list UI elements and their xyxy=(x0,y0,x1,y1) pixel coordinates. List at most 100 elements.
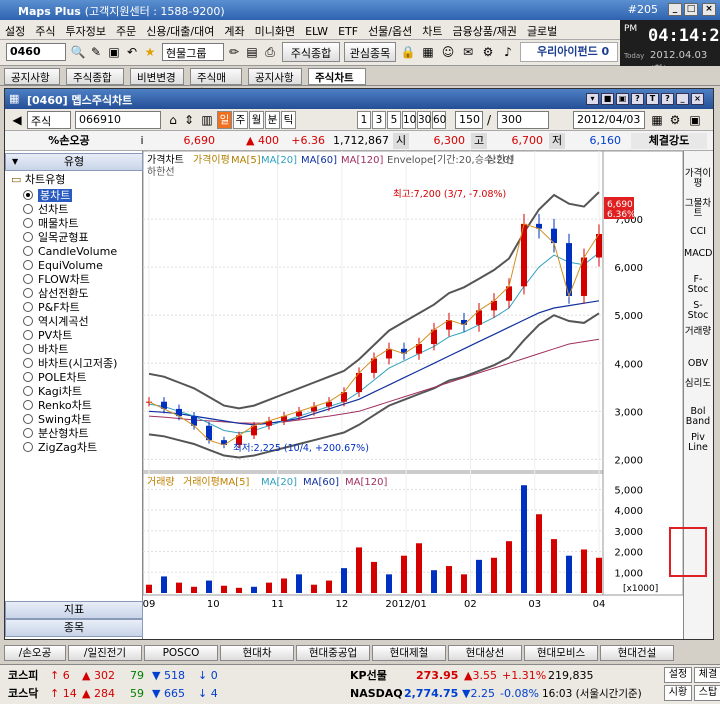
chart-type-item[interactable]: 역시계곡선 xyxy=(23,315,89,329)
indicator-item-9[interactable]: Bol Band xyxy=(684,407,712,427)
print-icon[interactable]: ⎙ xyxy=(262,44,278,60)
stock-code-input[interactable]: 066910 xyxy=(75,111,161,129)
minimize-button[interactable]: _ xyxy=(668,3,682,16)
chart-type-item[interactable]: POLE차트 xyxy=(23,371,87,385)
settings-icon[interactable]: ⚙ xyxy=(667,112,683,128)
chart-type-item[interactable]: 일목균형표 xyxy=(23,231,89,245)
refresh-icon[interactable]: ▣ xyxy=(687,112,703,128)
chart-type-item[interactable]: 선차트 xyxy=(23,203,68,217)
period-button-4[interactable]: 틱 xyxy=(281,111,296,129)
screen-code-input[interactable]: 0460 xyxy=(6,43,66,61)
indicator-item-8[interactable]: 심리도 xyxy=(684,379,712,389)
screen-tab-1[interactable]: 주식종합 xyxy=(66,68,124,85)
quick-tab-2[interactable]: POSCO xyxy=(144,645,218,661)
interval-button-4[interactable]: 30 xyxy=(417,111,431,129)
radio-icon[interactable] xyxy=(23,232,33,242)
save-chart-icon[interactable]: ■ xyxy=(601,93,614,105)
chart-area[interactable]: 2,000 3,000 4,000 5,000 6,000 7,000 1,000 2,000… xyxy=(142,150,684,639)
chart-type-item[interactable]: 매물차트 xyxy=(23,217,78,231)
quick-tab-5[interactable]: 현대제철 xyxy=(372,645,446,661)
lock-icon[interactable]: 🔒 xyxy=(400,44,416,60)
ticker-button-3[interactable]: 스탑 xyxy=(694,685,720,701)
close-button[interactable]: × xyxy=(702,3,716,16)
radio-icon[interactable] xyxy=(23,190,33,200)
menu-item-1[interactable]: 주식 xyxy=(30,20,60,42)
star-icon[interactable]: ★ xyxy=(142,44,158,60)
bell-icon[interactable]: ♪ xyxy=(500,44,516,60)
chart-type-item[interactable]: 봉차트 xyxy=(23,189,73,203)
quick-tab-6[interactable]: 현대상선 xyxy=(448,645,522,661)
chart-type-item[interactable]: Renko차트 xyxy=(23,399,92,413)
help2-icon[interactable]: ? xyxy=(661,93,674,105)
copy-icon[interactable]: ▣ xyxy=(616,93,629,105)
menu-item-7[interactable]: ELW xyxy=(300,22,333,41)
radio-icon[interactable] xyxy=(23,414,33,424)
chart-type-item[interactable]: 바차트 xyxy=(23,343,68,357)
watchlist-button[interactable]: 관심종목 xyxy=(344,42,396,62)
maximize-button[interactable]: □ xyxy=(684,3,698,16)
info-flag[interactable]: i xyxy=(137,133,147,149)
menu-item-5[interactable]: 계좌 xyxy=(219,20,249,42)
radio-icon[interactable] xyxy=(23,358,33,368)
chart-type-item[interactable]: 바차트(시고저종) xyxy=(23,357,117,371)
menu-item-2[interactable]: 투자정보 xyxy=(61,20,111,42)
radio-icon[interactable] xyxy=(23,246,33,256)
screen-tab-5[interactable]: 주식차트 xyxy=(308,68,366,85)
radio-icon[interactable] xyxy=(23,344,33,354)
indicator-item-2[interactable]: CCI xyxy=(684,227,712,237)
ticker-button-1[interactable]: 체결 xyxy=(694,667,720,683)
chart-type-item[interactable]: PV차트 xyxy=(23,329,72,343)
indicator-item-3[interactable]: MACD xyxy=(684,249,712,259)
menu-item-3[interactable]: 주문 xyxy=(111,20,141,42)
calendar-icon[interactable]: ▦ xyxy=(649,112,665,128)
chart-type-item[interactable]: ZigZag차트 xyxy=(23,441,97,455)
window-minimize-button[interactable]: _ xyxy=(676,93,689,105)
quick-tab-0[interactable]: /손오공 xyxy=(4,645,66,661)
menu-item-4[interactable]: 신용/대출/대여 xyxy=(141,20,219,42)
chart-type-item[interactable]: P&F차트 xyxy=(23,301,80,315)
radio-icon[interactable] xyxy=(23,274,33,284)
radio-icon[interactable] xyxy=(23,400,33,410)
menu-item-8[interactable]: ETF xyxy=(333,22,363,41)
user-icon[interactable]: ☺ xyxy=(440,44,456,60)
symbol-header[interactable]: 종목 xyxy=(5,619,143,637)
count-input-b[interactable]: 300 xyxy=(497,111,549,129)
radio-icon[interactable] xyxy=(23,316,33,326)
arrow-left-icon[interactable]: ◀ xyxy=(9,112,25,128)
quick-tab-1[interactable]: /일진전기 xyxy=(68,645,142,661)
screen-tab-0[interactable]: 공지사항 xyxy=(4,68,60,85)
chart-type-item[interactable]: 분산형차트 xyxy=(23,427,89,441)
interval-button-1[interactable]: 3 xyxy=(372,111,386,129)
count-input-a[interactable]: 150 xyxy=(455,111,483,129)
strength-label[interactable]: 체결강도 xyxy=(631,133,707,149)
type-header[interactable]: ▼ 유형 xyxy=(5,153,143,171)
interval-button-0[interactable]: 1 xyxy=(357,111,371,129)
menu-item-12[interactable]: 글로벌 xyxy=(522,20,562,42)
window-close-button[interactable]: × xyxy=(691,93,704,105)
radio-icon[interactable] xyxy=(23,204,33,214)
pin-icon[interactable]: ▾ xyxy=(586,93,599,105)
indicator-item-1[interactable]: 그물차트 xyxy=(684,199,712,219)
market-select[interactable]: 주식 xyxy=(27,111,71,129)
chart-type-item[interactable]: Kagi차트 xyxy=(23,385,82,399)
search-code-icon[interactable]: ⌂ xyxy=(165,112,181,128)
indicator-item-5[interactable]: S-Stoc xyxy=(684,301,712,321)
undo-icon[interactable]: ↶ xyxy=(124,44,140,60)
search-icon[interactable]: 🔍 xyxy=(70,44,86,60)
menu-item-11[interactable]: 금융상품/재권 xyxy=(448,20,522,42)
radio-icon[interactable] xyxy=(23,288,33,298)
chart-type-item[interactable]: EquiVolume xyxy=(23,259,103,273)
interval-button-2[interactable]: 5 xyxy=(387,111,401,129)
ticker-button-2[interactable]: 시황 xyxy=(664,685,692,701)
radio-icon[interactable] xyxy=(23,372,33,382)
radio-icon[interactable] xyxy=(23,218,33,228)
menu-item-6[interactable]: 미니화면 xyxy=(250,20,300,42)
stock-summary-button[interactable]: 주식종합 xyxy=(282,42,340,62)
period-button-1[interactable]: 주 xyxy=(233,111,248,129)
period-button-2[interactable]: 월 xyxy=(249,111,264,129)
screen-tab-2[interactable]: 비변변경 xyxy=(130,68,184,85)
config-icon[interactable]: ⚙ xyxy=(480,44,496,60)
indicator-item-4[interactable]: F-Stoc xyxy=(684,275,712,295)
radio-icon[interactable] xyxy=(23,302,33,312)
chart-type-item[interactable]: CandleVolume xyxy=(23,245,117,259)
